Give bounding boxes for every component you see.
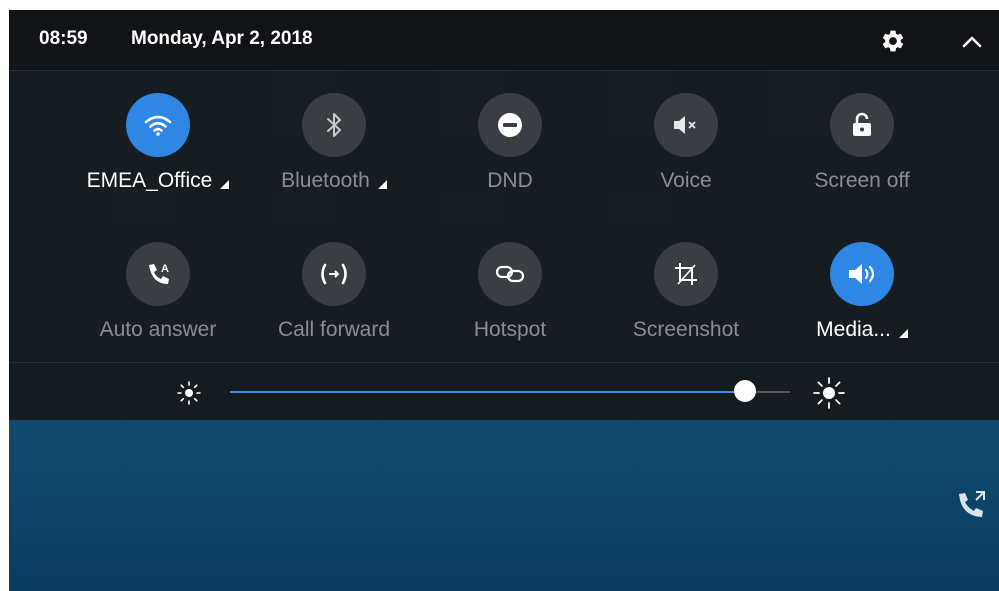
brightness-row bbox=[9, 362, 999, 420]
brightness-slider-thumb[interactable] bbox=[734, 380, 757, 402]
caret-down-icon bbox=[220, 180, 230, 189]
call-forward-icon bbox=[302, 242, 366, 306]
svg-text:A: A bbox=[161, 263, 169, 275]
tile-label: Call forward bbox=[277, 318, 391, 341]
date-label: Monday, Apr 2, 2018 bbox=[131, 28, 313, 49]
brightness-low-icon bbox=[174, 378, 204, 408]
tile-media[interactable]: Media... bbox=[774, 242, 950, 372]
tile-label: Media... bbox=[774, 318, 950, 342]
caret-down-icon bbox=[377, 180, 387, 189]
screenshot-icon bbox=[654, 242, 718, 306]
chevron-up-icon[interactable] bbox=[959, 30, 985, 52]
call-transfer-icon[interactable] bbox=[954, 488, 990, 524]
tile-voice[interactable]: Voice bbox=[598, 93, 774, 223]
caret-down-icon bbox=[898, 329, 908, 338]
tile-wifi[interactable]: EMEA_Office bbox=[70, 93, 246, 223]
tile-label: Screen off bbox=[814, 169, 910, 192]
tile-label: EMEA_Office bbox=[70, 169, 246, 193]
auto-answer-icon: A bbox=[126, 242, 190, 306]
tile-label: Screenshot bbox=[632, 318, 740, 341]
tile-label: DND bbox=[487, 169, 533, 192]
do-not-disturb-icon bbox=[478, 93, 542, 157]
mute-icon bbox=[654, 93, 718, 157]
hotspot-icon bbox=[478, 242, 542, 306]
tile-label: Bluetooth bbox=[246, 169, 422, 193]
tile-auto-answer[interactable]: A Auto answer bbox=[70, 242, 246, 372]
screen: 08:59 Monday, Apr 2, 2018 EMEA_Office Bl… bbox=[9, 10, 999, 591]
status-bar: 08:59 Monday, Apr 2, 2018 bbox=[9, 10, 999, 70]
brightness-auto-icon[interactable] bbox=[811, 375, 847, 411]
tile-label: Hotspot bbox=[473, 318, 547, 341]
wifi-icon bbox=[126, 93, 190, 157]
tile-bluetooth[interactable]: Bluetooth bbox=[246, 93, 422, 223]
tile-dnd[interactable]: DND bbox=[422, 93, 598, 223]
tile-call-forward[interactable]: Call forward bbox=[246, 242, 422, 372]
speaker-icon bbox=[830, 242, 894, 306]
clock: 08:59 bbox=[39, 28, 88, 49]
bluetooth-icon bbox=[302, 93, 366, 157]
tile-screen-off[interactable]: Screen off bbox=[774, 93, 950, 223]
tile-hotspot[interactable]: Hotspot bbox=[422, 242, 598, 372]
tile-label: Voice bbox=[660, 169, 712, 192]
tile-screenshot[interactable]: Screenshot bbox=[598, 242, 774, 372]
brightness-slider-fill bbox=[230, 391, 746, 393]
gear-icon[interactable] bbox=[880, 28, 906, 54]
tile-label: Auto answer bbox=[99, 318, 217, 341]
lock-icon bbox=[830, 93, 894, 157]
notification-shade: 08:59 Monday, Apr 2, 2018 EMEA_Office Bl… bbox=[9, 10, 999, 420]
brightness-slider[interactable] bbox=[230, 380, 790, 402]
divider bbox=[9, 70, 999, 71]
